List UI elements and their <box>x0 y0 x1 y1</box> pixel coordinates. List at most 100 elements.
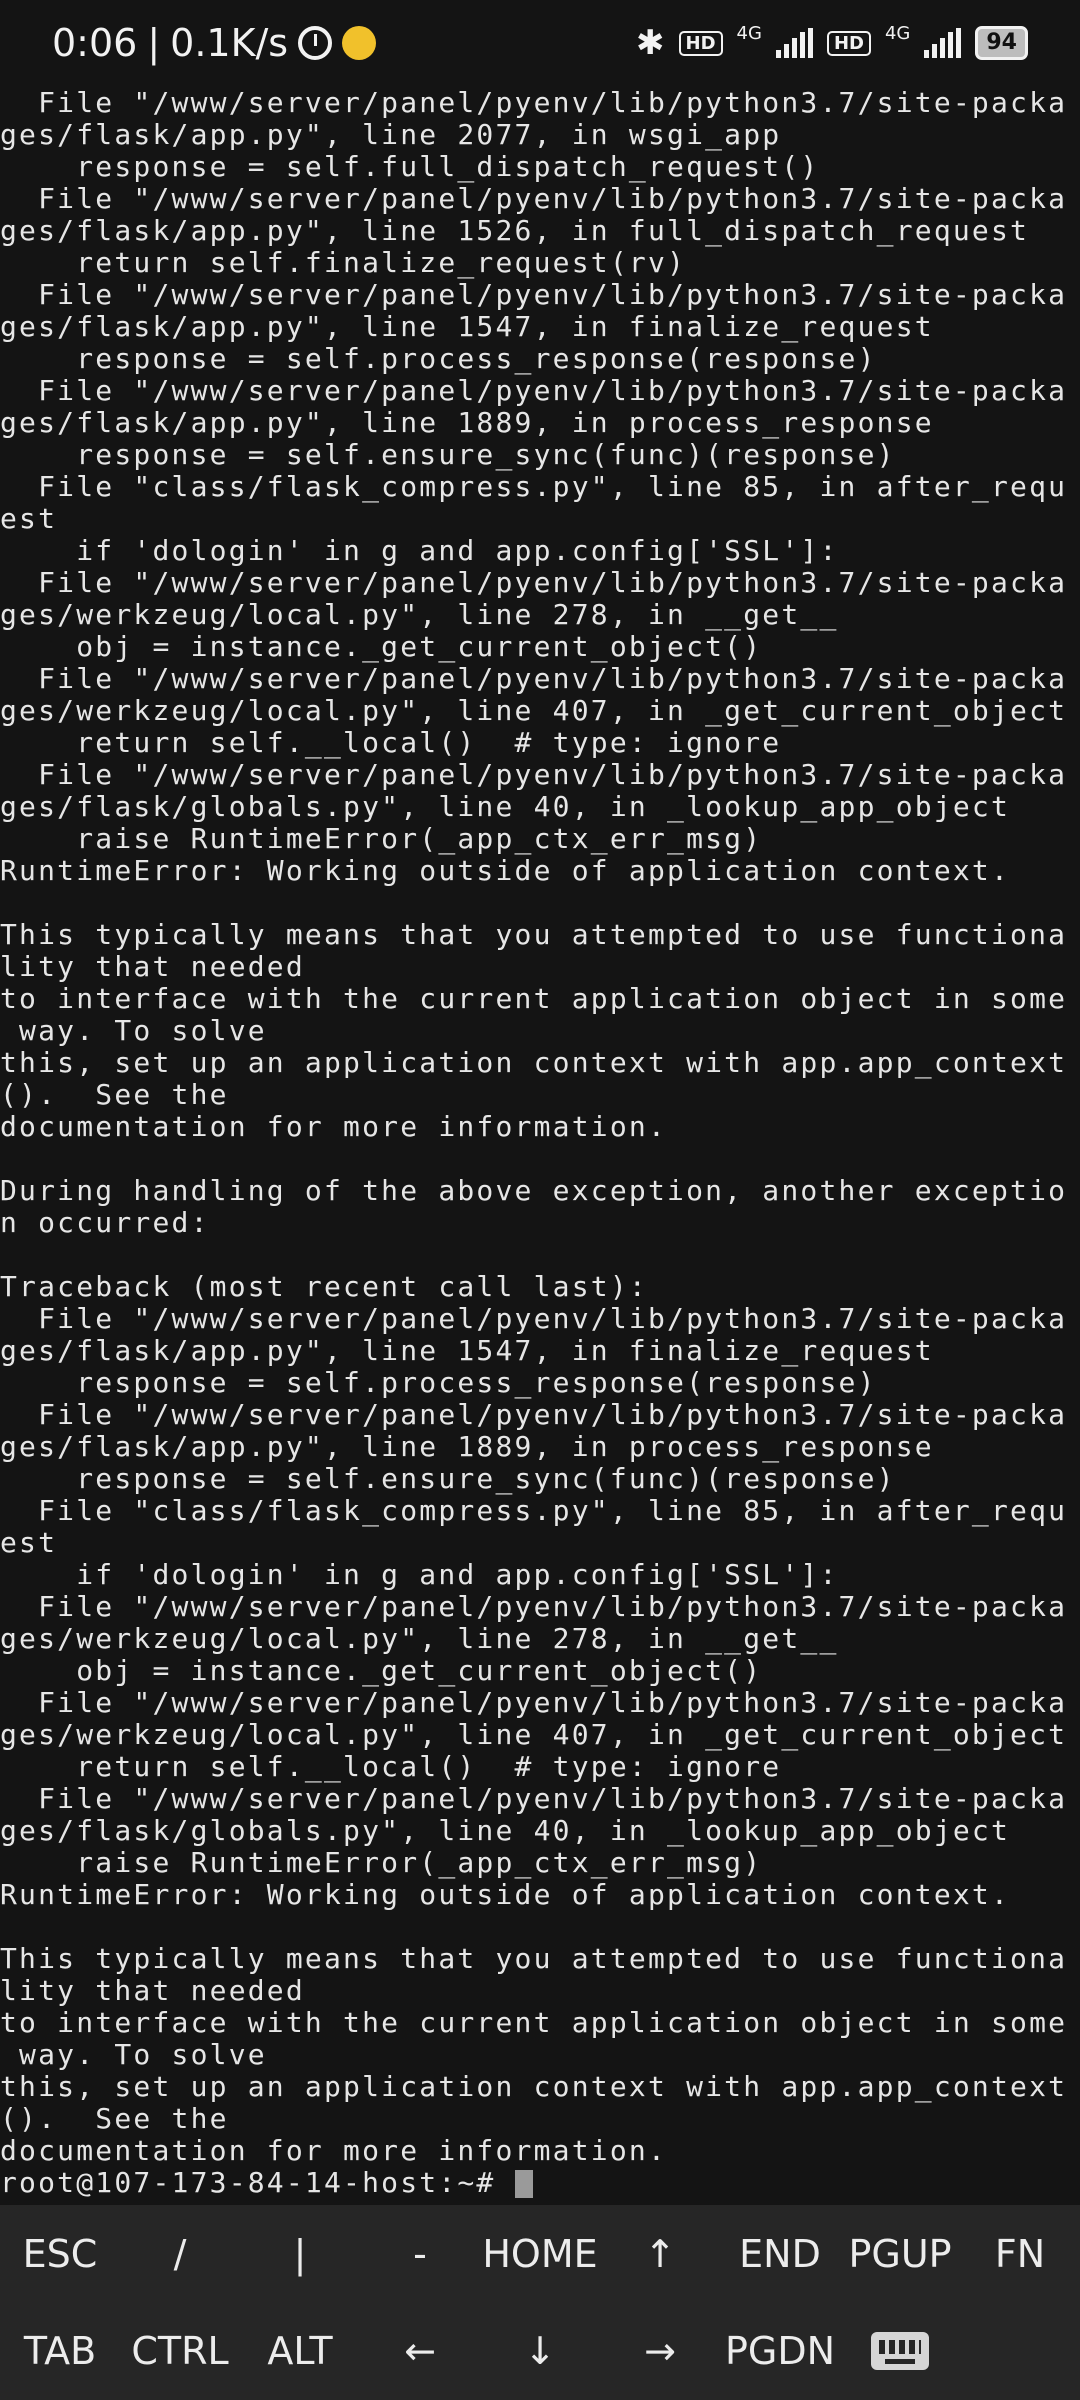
ctrl-key[interactable]: CTRL <box>120 2303 240 2400</box>
alarm-icon <box>298 26 333 60</box>
terminal-line: documentation for more information. <box>0 2134 668 2167</box>
terminal-line: way. To solve <box>0 2038 267 2071</box>
terminal-line: During handling of the above exception, … <box>0 1174 1068 1207</box>
terminal-line: lity that needed <box>0 950 305 983</box>
signal-icon <box>775 28 813 58</box>
status-left: 0:06 | 0.1K/s <box>52 21 377 65</box>
network-speed: 0.1K/s <box>170 21 289 65</box>
terminal-line: File "/www/server/panel/pyenv/lib/python… <box>0 87 1068 119</box>
terminal-line: return self.__local() # type: ignore <box>0 726 782 759</box>
terminal-line: (). See the <box>0 2102 229 2135</box>
sim1-hd-badge: HD <box>678 30 723 56</box>
terminal-line: File "/www/server/panel/pyenv/lib/python… <box>0 278 1068 311</box>
status-bar: 0:06 | 0.1K/s ✱ HD 4G HD 4G 94 <box>0 0 1080 86</box>
terminal-line: File "/www/server/panel/pyenv/lib/python… <box>0 374 1068 407</box>
terminal-line: File "/www/server/panel/pyenv/lib/python… <box>0 1590 1068 1623</box>
fn-key[interactable]: FN <box>960 2205 1080 2303</box>
terminal-line: response = self.ensure_sync(func)(respon… <box>0 1462 896 1495</box>
prompt-line[interactable]: root@107-173-84-14-host:~# <box>0 2167 1080 2199</box>
pgup-key[interactable]: PGUP <box>840 2205 960 2303</box>
terminal-line: ges/flask/app.py", line 1547, in finaliz… <box>0 1334 934 1367</box>
end-key[interactable]: END <box>720 2205 840 2303</box>
terminal-line: File "/www/server/panel/pyenv/lib/python… <box>0 1782 1068 1815</box>
keyboard-toggle-button[interactable] <box>840 2303 960 2400</box>
terminal-line: File "/www/server/panel/pyenv/lib/python… <box>0 182 1068 215</box>
terminal-line: if 'dologin' in g and app.config['SSL']: <box>0 1558 839 1591</box>
arrow-down-key[interactable]: ↓ <box>480 2303 600 2400</box>
keyboard-icon <box>871 2332 929 2371</box>
terminal-line: to interface with the current applicatio… <box>0 2006 1068 2039</box>
terminal-line: est <box>0 1526 58 1559</box>
terminal-line: n occurred: <box>0 1206 210 1239</box>
terminal-line: File "/www/server/panel/pyenv/lib/python… <box>0 566 1068 599</box>
arrow-right-key[interactable]: → <box>600 2303 720 2400</box>
terminal-line: ges/werkzeug/local.py", line 278, in __g… <box>0 1622 839 1655</box>
terminal-line: response = self.process_response(respons… <box>0 1366 877 1399</box>
terminal-line: obj = instance._get_current_object() <box>0 630 763 663</box>
terminal-line: File "/www/server/panel/pyenv/lib/python… <box>0 1302 1068 1335</box>
terminal-output[interactable]: File "/www/server/panel/pyenv/lib/python… <box>0 87 1080 2205</box>
terminal-line: est <box>0 502 58 535</box>
terminal-line: ges/flask/globals.py", line 40, in _look… <box>0 790 1011 823</box>
slash-key[interactable]: / <box>120 2205 240 2303</box>
terminal-line: ges/flask/app.py", line 1547, in finaliz… <box>0 310 934 343</box>
esc-key[interactable]: ESC <box>0 2205 120 2303</box>
terminal-line: ges/flask/app.py", line 1526, in full_di… <box>0 214 1030 247</box>
terminal-line: obj = instance._get_current_object() <box>0 1654 763 1687</box>
terminal-line: response = self.full_dispatch_request() <box>0 150 820 183</box>
terminal-line: this, set up an application context with… <box>0 1046 1068 1079</box>
terminal-line: File "class/flask_compress.py", line 85,… <box>0 470 1068 503</box>
terminal-line: lity that needed <box>0 1974 305 2007</box>
shell-prompt: root@107-173-84-14-host:~# <box>0 2166 515 2199</box>
arrow-left-key[interactable]: ← <box>360 2303 480 2400</box>
signal-icon <box>924 28 962 58</box>
terminal-line: response = self.process_response(respons… <box>0 342 877 375</box>
terminal-line: File "/www/server/panel/pyenv/lib/python… <box>0 758 1068 791</box>
alt-key[interactable]: ALT <box>240 2303 360 2400</box>
terminal-line: ges/flask/app.py", line 1889, in process… <box>0 1430 934 1463</box>
terminal-line: This typically means that you attempted … <box>0 1942 1068 1975</box>
status-separator: | <box>147 21 161 65</box>
terminal-line: ges/flask/app.py", line 1889, in process… <box>0 406 934 439</box>
sim2-network-type: 4G <box>884 22 911 44</box>
terminal-line: ges/werkzeug/local.py", line 407, in _ge… <box>0 1718 1068 1751</box>
terminal-line: to interface with the current applicatio… <box>0 982 1068 1015</box>
bluetooth-icon: ✱ <box>636 23 665 63</box>
pipe-key[interactable]: | <box>240 2205 360 2303</box>
terminal-line: Traceback (most recent call last): <box>0 1270 648 1303</box>
terminal-line: ges/flask/app.py", line 2077, in wsgi_ap… <box>0 118 782 151</box>
terminal-line: response = self.ensure_sync(func)(respon… <box>0 438 896 471</box>
clock: 0:06 <box>52 21 138 65</box>
terminal-line: documentation for more information. <box>0 1110 668 1143</box>
terminal-line: File "/www/server/panel/pyenv/lib/python… <box>0 1686 1068 1719</box>
app-notification-icon <box>342 26 377 60</box>
home-key[interactable]: HOME <box>480 2205 600 2303</box>
terminal-line: ges/werkzeug/local.py", line 278, in __g… <box>0 598 839 631</box>
terminal-line: (). See the <box>0 1078 229 1111</box>
terminal-line: ges/werkzeug/local.py", line 407, in _ge… <box>0 694 1068 727</box>
terminal-line: RuntimeError: Working outside of applica… <box>0 1878 1011 1911</box>
terminal-line: return self.finalize_request(rv) <box>0 246 687 279</box>
terminal-line: This typically means that you attempted … <box>0 918 1068 951</box>
minus-key[interactable]: - <box>360 2205 480 2303</box>
terminal-line: File "/www/server/panel/pyenv/lib/python… <box>0 1398 1068 1431</box>
extra-keys-bar: ESC / | - HOME ↑ END PGUP FN TAB CTRL ALT ← ↓ → PGDN <box>0 2205 1080 2400</box>
terminal-line: raise RuntimeError(_app_ctx_err_msg) <box>0 822 763 855</box>
tab-key[interactable]: TAB <box>0 2303 120 2400</box>
status-right: ✱ HD 4G HD 4G 94 <box>636 23 1028 63</box>
terminal-line: if 'dologin' in g and app.config['SSL']: <box>0 534 839 567</box>
terminal-line: ges/flask/globals.py", line 40, in _look… <box>0 1814 1011 1847</box>
text-cursor <box>514 2170 533 2198</box>
pgdn-key[interactable]: PGDN <box>720 2303 840 2400</box>
terminal-line: File "class/flask_compress.py", line 85,… <box>0 1494 1068 1527</box>
terminal-line: raise RuntimeError(_app_ctx_err_msg) <box>0 1846 763 1879</box>
sim2-hd-badge: HD <box>826 30 871 56</box>
terminal-line: way. To solve <box>0 1014 267 1047</box>
terminal-line: File "/www/server/panel/pyenv/lib/python… <box>0 662 1068 695</box>
terminal-line: RuntimeError: Working outside of applica… <box>0 854 1011 887</box>
arrow-up-key[interactable]: ↑ <box>600 2205 720 2303</box>
